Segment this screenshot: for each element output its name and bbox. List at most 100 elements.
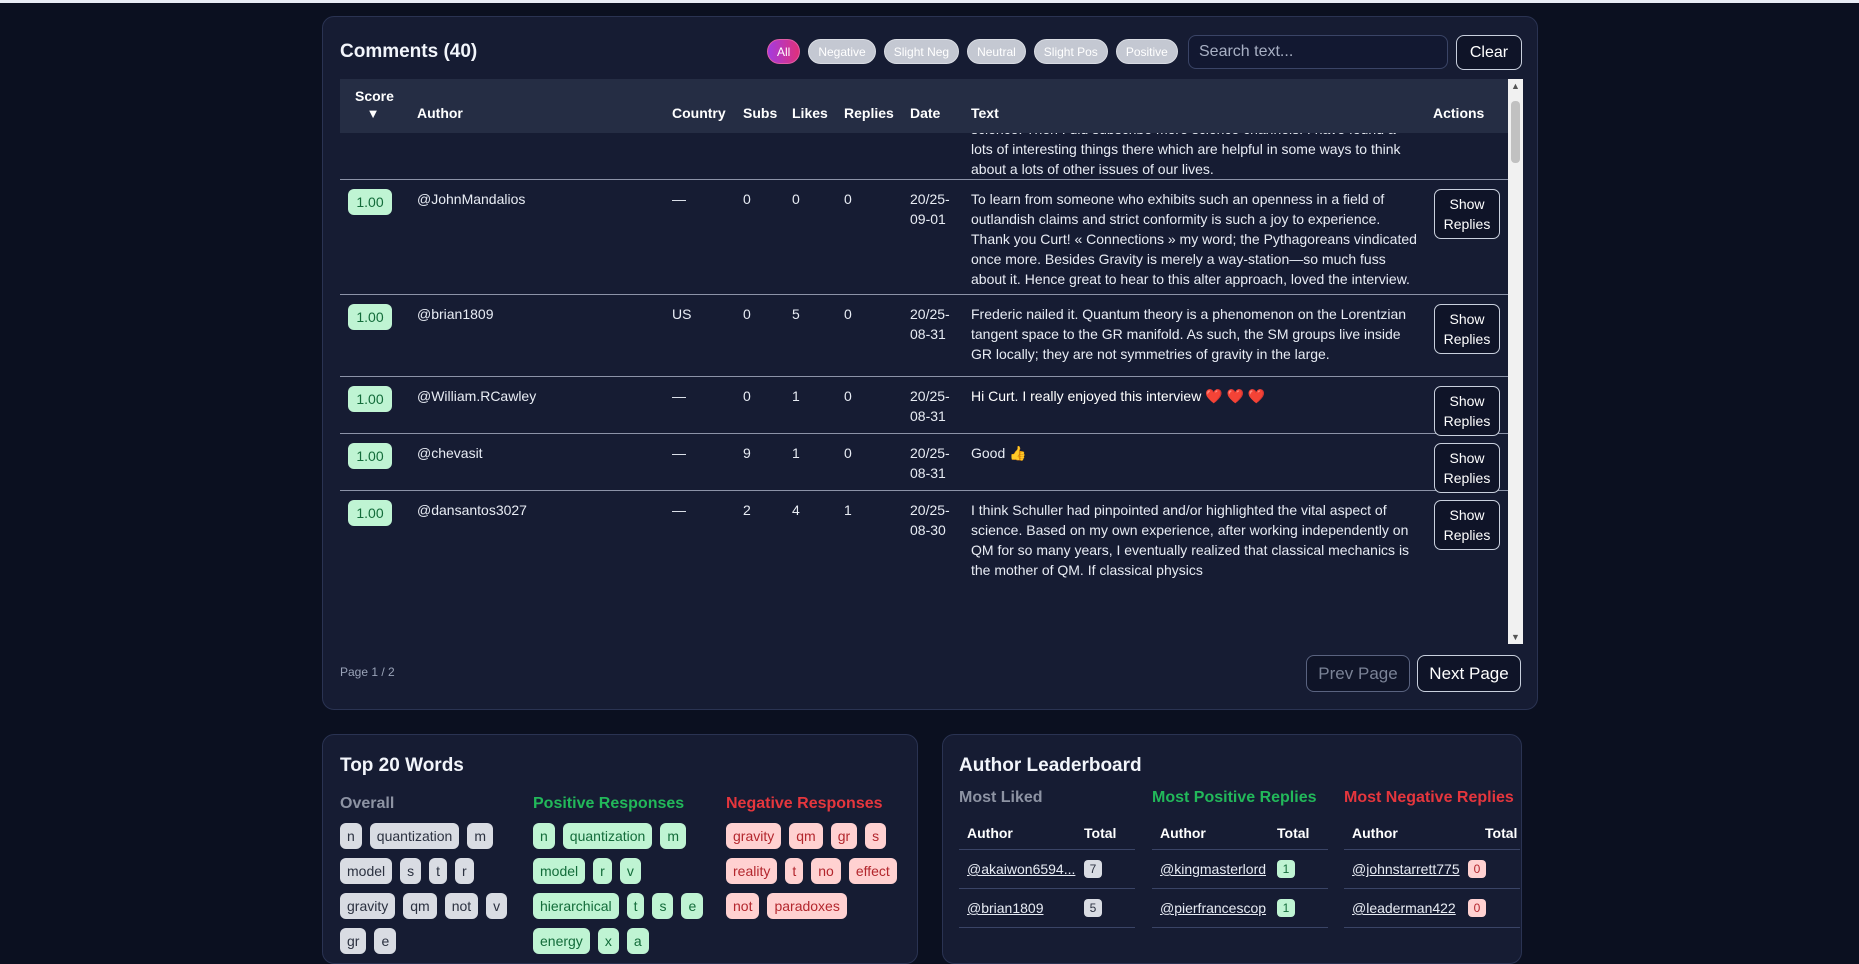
search-input[interactable] xyxy=(1188,35,1448,69)
score-badge: 1.00 xyxy=(348,500,392,526)
word-tag: r xyxy=(593,858,612,884)
show-replies-button[interactable]: Show Replies xyxy=(1434,304,1500,354)
clear-button[interactable]: Clear xyxy=(1456,35,1522,70)
comment-country: — xyxy=(672,502,686,518)
author-leaderboard-panel: Author Leaderboard Most Liked Most Posit… xyxy=(942,734,1522,964)
comment-likes: 5 xyxy=(792,306,800,322)
author-link[interactable]: @pierfrancescop xyxy=(1160,900,1268,916)
top-words-title: Top 20 Words xyxy=(340,755,464,776)
positive-words-list: n quantization m model r v hierarchical … xyxy=(533,823,723,954)
top-border xyxy=(0,0,1859,3)
word-tag: t xyxy=(429,858,448,884)
comments-panel: Comments (40) All Negative Slight Neg Ne… xyxy=(322,16,1538,710)
comment-text: Good 👍 xyxy=(971,445,1027,461)
author-link[interactable]: @johnstarrett775 xyxy=(1352,861,1462,877)
word-tag: qm xyxy=(789,823,823,849)
comment-text: I think Schuller had pinpointed and/or h… xyxy=(971,502,1410,578)
most-positive-table: Author Total @kingmasterlord 1 @pierfran… xyxy=(1152,815,1328,928)
comment-text: science. Then I did subscribe more scien… xyxy=(971,133,1401,177)
comment-likes: 1 xyxy=(792,388,800,404)
scroll-thumb[interactable] xyxy=(1511,101,1520,163)
author-column: Author xyxy=(1352,825,1398,841)
comment-text: Frederic nailed it. Quantum theory is a … xyxy=(971,306,1407,362)
word-tag: a xyxy=(626,928,649,954)
filter-slight-pos-chip[interactable]: Slight Pos xyxy=(1033,39,1108,64)
table-header: Author Total xyxy=(959,815,1135,850)
total-column: Total xyxy=(1277,825,1310,841)
word-tag: s xyxy=(865,823,887,849)
comment-text: Hi Curt. I really enjoyed this interview… xyxy=(971,388,1266,404)
most-negative-heading: Most Negative Replies xyxy=(1344,789,1514,806)
total-column: Total xyxy=(1485,825,1518,841)
show-replies-button[interactable]: Show Replies xyxy=(1434,443,1500,493)
filter-all-chip[interactable]: All xyxy=(767,39,801,64)
word-tag: paradoxes xyxy=(767,893,847,919)
table-scrollbar[interactable]: ▲ ▼ xyxy=(1508,79,1523,644)
word-tag: energy xyxy=(533,928,590,954)
top-words-panel: Top 20 Words Overall Positive Responses … xyxy=(322,734,918,964)
column-country[interactable]: Country xyxy=(672,105,726,121)
comment-replies: 1 xyxy=(844,502,852,518)
word-tag: n xyxy=(533,823,555,849)
column-subs[interactable]: Subs xyxy=(743,105,777,121)
filter-neutral-chip[interactable]: Neutral xyxy=(967,39,1026,64)
author-link[interactable]: @kingmasterlord xyxy=(1160,861,1268,877)
comment-author: @chevasit xyxy=(417,445,483,461)
prev-page-button[interactable]: Prev Page xyxy=(1306,655,1410,692)
page-indicator: Page 1 / 2 xyxy=(340,665,395,679)
comment-likes: 1 xyxy=(792,445,800,461)
show-replies-button[interactable]: Show Replies xyxy=(1434,386,1500,436)
scroll-up-arrow-icon[interactable]: ▲ xyxy=(1511,81,1520,91)
word-tag: m xyxy=(467,823,493,849)
comment-date: 20/25-08-31 xyxy=(910,445,950,481)
filter-slight-neg-chip[interactable]: Slight Neg xyxy=(883,39,960,64)
filter-negative-chip[interactable]: Negative xyxy=(808,39,876,64)
word-tag: hierarchical xyxy=(533,893,619,919)
comment-author: @William.RCawley xyxy=(417,388,537,404)
total-badge: 5 xyxy=(1084,899,1102,917)
table-row: 1.00 @JohnMandalios — 0 0 0 20/25-09-01 … xyxy=(340,180,1508,295)
word-tag: n xyxy=(340,823,362,849)
show-replies-button[interactable]: Show Replies xyxy=(1434,500,1500,550)
comment-subs: 9 xyxy=(743,445,751,461)
column-replies[interactable]: Replies xyxy=(844,105,894,121)
score-badge: 1.00 xyxy=(348,386,392,412)
table-header: Score ▼ Author Country Subs Likes Replie… xyxy=(340,79,1508,133)
author-link[interactable]: @akaiwon6594... xyxy=(967,861,1077,877)
table-header: Author Total xyxy=(1152,815,1328,850)
word-tag: gr xyxy=(340,928,367,954)
author-link[interactable]: @leaderman422 xyxy=(1352,900,1462,916)
filter-positive-chip[interactable]: Positive xyxy=(1115,39,1178,64)
comment-author: @JohnMandalios xyxy=(417,191,526,207)
most-negative-table: Author Total @johnstarrett775 0 @leaderm… xyxy=(1344,815,1520,928)
author-link[interactable]: @brian1809 xyxy=(967,900,1077,916)
comment-text: To learn from someone who exhibits such … xyxy=(971,191,1417,287)
comment-date: 20/25-09-01 xyxy=(910,191,950,227)
word-tag: s xyxy=(652,893,674,919)
table-row: 1.00 @chevasit — 9 1 0 20/25-08-31 Good … xyxy=(340,434,1508,493)
score-badge: 1.00 xyxy=(348,443,392,469)
column-date[interactable]: Date xyxy=(910,105,940,121)
scroll-down-arrow-icon[interactable]: ▼ xyxy=(1511,632,1520,642)
comment-replies: 0 xyxy=(844,306,852,322)
next-page-button[interactable]: Next Page xyxy=(1417,655,1521,692)
word-tag: v xyxy=(486,893,508,919)
comment-subs: 0 xyxy=(743,191,751,207)
most-liked-heading: Most Liked xyxy=(959,789,1043,806)
show-replies-button[interactable]: Show Replies xyxy=(1434,189,1500,239)
comment-replies: 0 xyxy=(844,191,852,207)
column-likes[interactable]: Likes xyxy=(792,105,828,121)
comment-country: — xyxy=(672,445,686,461)
word-tag: no xyxy=(811,858,841,884)
column-author[interactable]: Author xyxy=(417,105,463,121)
word-tag: not xyxy=(726,893,760,919)
column-score[interactable]: Score ▼ xyxy=(355,88,394,121)
word-tag: model xyxy=(533,858,586,884)
author-column: Author xyxy=(1160,825,1206,841)
word-tag: gravity xyxy=(726,823,782,849)
leaderboard-row: @kingmasterlord 1 xyxy=(1152,850,1328,889)
word-tag: t xyxy=(785,858,804,884)
table-row: 1.00 @brian1809 US 0 5 0 20/25-08-31 Fre… xyxy=(340,295,1508,377)
word-tag: e xyxy=(374,928,397,954)
column-text[interactable]: Text xyxy=(971,105,999,121)
